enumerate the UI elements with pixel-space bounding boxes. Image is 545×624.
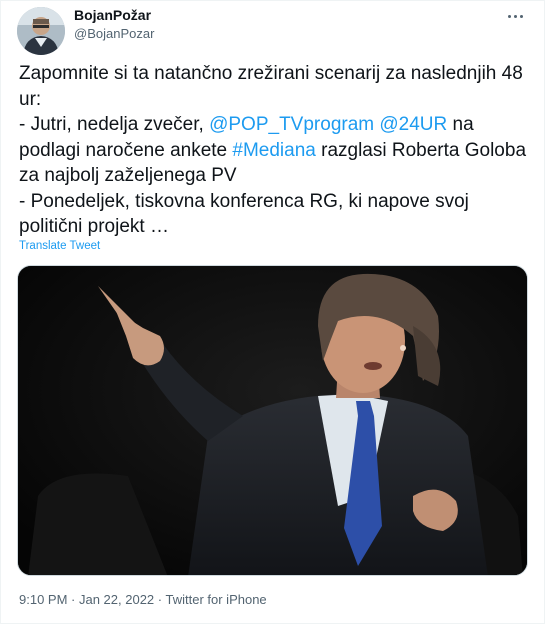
- tweet-text: Zapomnite si ta natančno zrežirani scena…: [19, 61, 534, 240]
- user-handle[interactable]: @BojanPozar: [74, 25, 154, 43]
- tweet-date[interactable]: Jan 22, 2022: [79, 592, 154, 607]
- translate-tweet-link[interactable]: Translate Tweet: [19, 239, 100, 253]
- tweet-meta: 9:10 PM · Jan 22, 2022 · Twitter for iPh…: [19, 591, 267, 609]
- mention-24ur[interactable]: @24UR: [379, 114, 447, 135]
- tweet-text-line1: Zapomnite si ta natančno zrežirani scena…: [19, 63, 523, 110]
- avatar[interactable]: [17, 7, 65, 55]
- photo-image: [18, 266, 527, 575]
- tweet-time[interactable]: 9:10 PM: [19, 592, 67, 607]
- tweet-card: BojanPožar @BojanPozar Zapomnite si ta n…: [0, 0, 545, 624]
- avatar-image: [17, 7, 65, 55]
- tweet-text-line2-prefix: - Jutri, nedelja zvečer,: [19, 114, 210, 135]
- more-horizontal-icon[interactable]: [504, 7, 528, 25]
- display-name[interactable]: BojanPožar: [74, 6, 154, 24]
- tweet-text-line3: - Ponedeljek, tiskovna konferenca RG, ki…: [19, 190, 469, 238]
- hashtag-mediana[interactable]: #Mediana: [232, 140, 315, 161]
- meta-separator: ·: [67, 592, 79, 607]
- user-block[interactable]: BojanPožar @BojanPozar: [74, 6, 154, 43]
- tweet-photo[interactable]: [17, 265, 528, 576]
- tweet-source[interactable]: Twitter for iPhone: [166, 592, 267, 607]
- meta-separator-2: ·: [154, 592, 166, 607]
- mention-pop-tvprogram[interactable]: @POP_TVprogram: [209, 114, 374, 135]
